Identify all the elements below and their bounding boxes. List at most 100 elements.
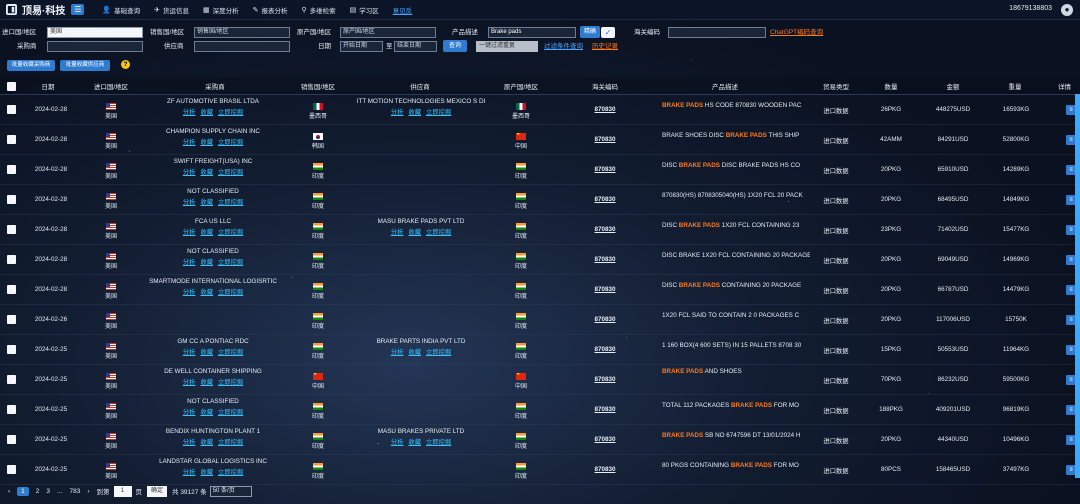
buyer-action-link[interactable]: 分析 (183, 107, 196, 116)
supplier-action-link[interactable]: 收藏 (408, 347, 421, 356)
buyer-action-link[interactable]: 立即挖掘 (218, 347, 243, 356)
nav-item[interactable]: ✎ 报表分析 (253, 5, 288, 15)
supplier-action-link[interactable]: 立即挖掘 (426, 107, 451, 116)
buyer-action-link[interactable]: 分析 (183, 347, 196, 356)
avatar[interactable]: ● (1061, 4, 1073, 16)
buyer-action-link[interactable]: 分析 (183, 197, 196, 206)
hs-code-link[interactable]: 870830 (580, 196, 630, 203)
row-checkbox[interactable] (7, 465, 16, 474)
supplier-action-link[interactable]: 收藏 (408, 437, 421, 446)
page-number[interactable]: 3 (46, 488, 50, 495)
supplier-action-link[interactable]: 收藏 (408, 227, 421, 236)
row-checkbox[interactable] (7, 285, 16, 294)
row-checkbox[interactable] (7, 165, 16, 174)
buyer-action-link[interactable]: 立即挖掘 (218, 287, 243, 296)
buyer-action-link[interactable]: 分析 (183, 467, 196, 476)
supplier-action-link[interactable]: 立即挖掘 (426, 227, 451, 236)
history-link[interactable]: 历史记录 (592, 40, 618, 53)
page-size-select[interactable]: 50 条/页 (209, 485, 252, 497)
buyer-action-link[interactable]: 分析 (183, 257, 196, 266)
buyer-action-link[interactable]: 收藏 (200, 107, 213, 116)
product-input[interactable]: Brake pads (488, 27, 576, 38)
page-number[interactable]: 783 (69, 488, 80, 495)
buyer-action-link[interactable]: 分析 (183, 377, 196, 386)
row-checkbox[interactable] (7, 225, 16, 234)
buyer-action-link[interactable]: 收藏 (200, 377, 213, 386)
nav-item[interactable]: ▦ 深度分析 (203, 5, 239, 15)
row-checkbox[interactable] (7, 315, 16, 324)
supplier-action-link[interactable]: 收藏 (408, 107, 421, 116)
col-import-country[interactable]: 进口国/地区 (86, 81, 136, 91)
buyer-action-link[interactable]: 分析 (183, 227, 196, 236)
supplier-action-link[interactable]: 分析 (391, 107, 404, 116)
buyer-name[interactable]: NOT CLASSIFIED (148, 188, 278, 195)
supplier-input[interactable] (194, 41, 290, 52)
col-weight[interactable]: 重量 (992, 81, 1038, 91)
page-ellipsis[interactable]: ... (57, 488, 62, 495)
supplier-action-link[interactable]: 分析 (391, 227, 404, 236)
supplier-name[interactable]: MASU BRAKE PADS PVT LTD (350, 218, 492, 225)
nav-item[interactable]: ⚲ 多维检索 (301, 5, 335, 15)
nav-item[interactable]: ▤ 学习区 (350, 5, 379, 15)
buyer-action-link[interactable]: 分析 (183, 287, 196, 296)
goto-confirm-button[interactable]: 确定 (147, 485, 168, 497)
hs-code-link[interactable]: 870830 (580, 106, 630, 113)
supplier-action-link[interactable]: 分析 (391, 437, 404, 446)
supplier-action-link[interactable]: 立即挖掘 (426, 437, 451, 446)
buyer-action-link[interactable]: 收藏 (200, 257, 213, 266)
buyer-name[interactable]: NOT CLASSIFIED (148, 248, 278, 255)
buyer-action-link[interactable]: 立即挖掘 (218, 107, 243, 116)
col-buyer[interactable]: 采购商 (165, 81, 265, 91)
hs-code-input[interactable] (668, 27, 766, 38)
date-start-input[interactable]: 开始日期 (340, 41, 383, 52)
hs-code-link[interactable]: 870830 (580, 316, 630, 323)
buyer-name[interactable]: LANDSTAR GLOBAL LOGISTICS INC (148, 458, 278, 465)
buyer-action-link[interactable]: 分析 (183, 407, 196, 416)
buyer-action-link[interactable]: 分析 (183, 167, 196, 176)
precise-button[interactable]: 精确 (580, 26, 600, 38)
buyer-action-link[interactable]: 收藏 (200, 347, 213, 356)
next-page-icon[interactable]: › (87, 488, 89, 495)
origin-country-select[interactable]: 原产国/地区 (340, 27, 436, 38)
row-checkbox[interactable] (7, 405, 16, 414)
buyer-name[interactable]: FCA US LLC (148, 218, 278, 225)
col-supplier[interactable]: 供应商 (370, 81, 470, 91)
buyer-name[interactable]: NOT CLASSIFIED (148, 398, 278, 405)
batch-collect-buyer-button[interactable]: 批量收藏采购商 (7, 60, 55, 71)
batch-collect-supplier-button[interactable]: 批量收藏供应商 (60, 60, 110, 71)
chatgpt-code-link[interactable]: ChatGPT编码查询 (770, 26, 823, 39)
filter-query-link[interactable]: 过滤条件查询 (544, 40, 583, 53)
nav-item[interactable]: ✈ 货运信息 (154, 5, 189, 15)
help-icon[interactable]: ? (121, 60, 130, 69)
col-origin-country[interactable]: 原产国/地区 (494, 81, 548, 91)
col-detail[interactable]: 详情 (1058, 81, 1080, 91)
buyer-action-link[interactable]: 立即挖掘 (218, 137, 243, 146)
hs-code-link[interactable]: 870830 (580, 346, 630, 353)
hs-code-link[interactable]: 870830 (580, 166, 630, 173)
buyer-name[interactable]: BENDIX HUNTINGTON PLANT 1 (148, 428, 278, 435)
buyer-input[interactable] (47, 41, 143, 52)
prev-page-icon[interactable]: ‹ (8, 488, 10, 495)
buyer-name[interactable]: DE WELL CONTAINER SHIPPING (148, 368, 278, 375)
buyer-action-link[interactable]: 收藏 (200, 467, 213, 476)
col-amount[interactable]: 金额 (930, 81, 976, 91)
precise-check-icon[interactable]: ✓ (601, 27, 615, 38)
hs-code-link[interactable]: 870830 (580, 226, 630, 233)
buyer-action-link[interactable]: 收藏 (200, 137, 213, 146)
buyer-action-link[interactable]: 收藏 (200, 437, 213, 446)
buyer-action-link[interactable]: 立即挖掘 (218, 167, 243, 176)
row-checkbox[interactable] (7, 255, 16, 264)
row-checkbox[interactable] (7, 375, 16, 384)
buyer-action-link[interactable]: 立即挖掘 (218, 437, 243, 446)
col-date[interactable]: 日期 (28, 81, 68, 91)
dedupe-select[interactable]: 一键过滤重复 (476, 41, 538, 52)
col-quantity[interactable]: 数量 (868, 81, 914, 91)
hs-code-link[interactable]: 870830 (580, 286, 630, 293)
buyer-action-link[interactable]: 收藏 (200, 167, 213, 176)
search-button[interactable]: 查询 (443, 40, 467, 52)
buyer-name[interactable]: SWIFT FREIGHT(USA) INC (148, 158, 278, 165)
select-all-checkbox[interactable] (7, 82, 16, 91)
buyer-action-link[interactable]: 分析 (183, 137, 196, 146)
hs-code-link[interactable]: 870830 (580, 406, 630, 413)
nav-item[interactable]: 👤 基础查询 (102, 5, 140, 15)
